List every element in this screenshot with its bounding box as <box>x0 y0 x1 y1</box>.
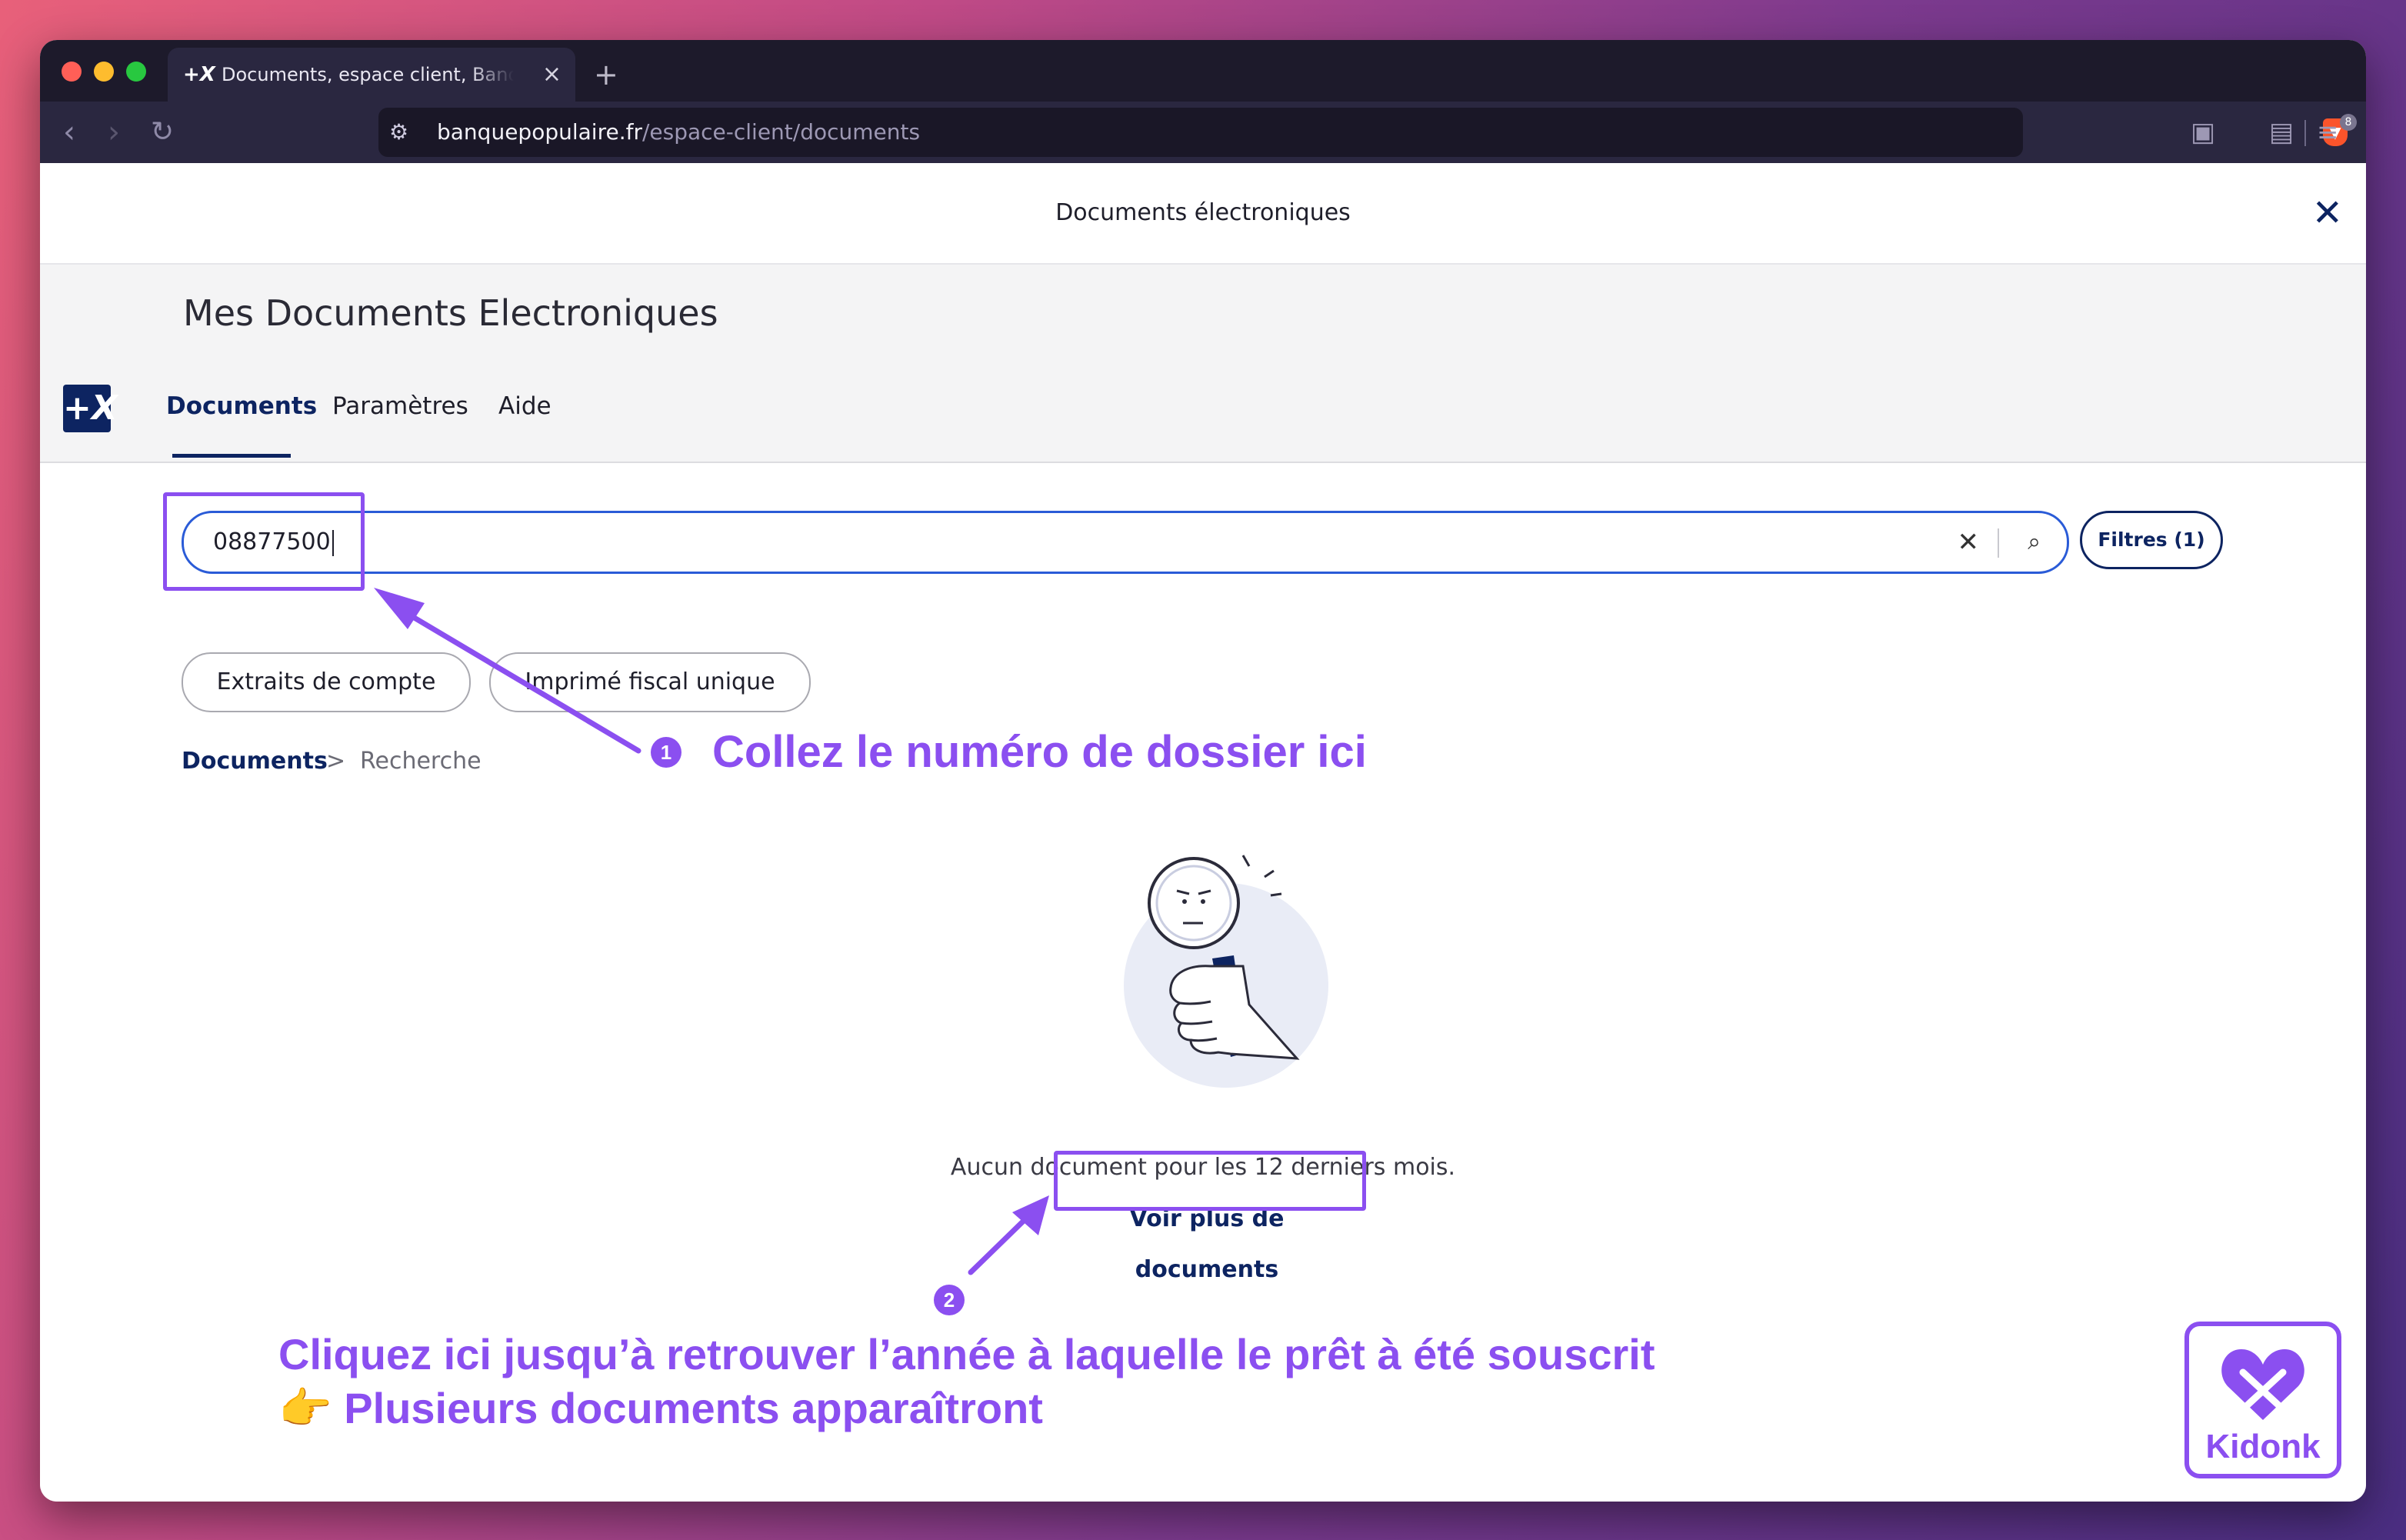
bank-logo: +X <box>63 385 118 432</box>
shield-count-badge: 8 <box>2340 114 2357 131</box>
breadcrumb-current: Recherche <box>360 748 482 775</box>
minimize-window-button[interactable] <box>94 62 114 82</box>
favicon-icon: +X <box>183 63 215 86</box>
breadcrumb-documents[interactable]: Documents <box>182 748 328 775</box>
documents-header: Mes Documents Electroniques +X Documents… <box>40 265 2366 463</box>
filters-button[interactable]: Filtres (1) <box>2080 511 2223 569</box>
kidonk-brand: Kidonk <box>2205 1428 2321 1465</box>
clear-icon[interactable]: ✕ <box>1958 513 1980 572</box>
url-divider <box>2304 120 2306 146</box>
tab-close-icon[interactable]: × <box>542 48 562 102</box>
url-path: /espace-client/documents <box>641 119 921 145</box>
wallet-icon[interactable]: ▤ <box>2269 102 2294 163</box>
page-content: Documents électroniques ✕ Mes Documents … <box>40 163 2366 1502</box>
back-icon[interactable]: ‹ <box>63 102 75 163</box>
step2-instruction-line1: Cliquez ici jusqu’à retrouver l’année à … <box>278 1330 1655 1378</box>
reload-icon[interactable]: ↻ <box>151 102 174 163</box>
empty-search-illustration <box>1124 855 1328 1088</box>
step2-instruction-line2: 👉 Plusieurs documents apparaîtront <box>278 1384 1043 1432</box>
chip-extraits-de-compte[interactable]: Extraits de compte <box>182 652 471 712</box>
pointing-hand-icon: 👉 <box>278 1384 332 1432</box>
address-bar[interactable]: ⚙ banquepopulaire.fr/espace-client/docum… <box>378 108 2357 157</box>
tab-documents[interactable]: Documents <box>166 392 317 420</box>
tab-aide[interactable]: Aide <box>498 392 552 420</box>
active-tab-indicator <box>172 454 291 458</box>
search-divider <box>1998 528 1999 558</box>
page-title: Mes Documents Electroniques <box>183 292 718 334</box>
search-input[interactable]: 08877500 ✕ ⌕ <box>182 511 2069 574</box>
new-tab-button[interactable]: + <box>594 49 618 100</box>
url-text[interactable]: banquepopulaire.fr/espace-client/documen… <box>437 108 920 157</box>
search-icon[interactable]: ⌕ <box>2028 513 2041 572</box>
highlight-more-link <box>1054 1151 1366 1211</box>
kidonk-watermark: Kidonk <box>2184 1322 2341 1478</box>
highlight-search-value <box>163 492 365 591</box>
chip-imprime-fiscal-unique[interactable]: Imprimé fiscal unique <box>489 652 811 712</box>
sidebar-icon[interactable]: ▣ <box>2191 102 2215 163</box>
close-window-button[interactable] <box>62 62 82 82</box>
navigation-bar: ‹ › ↻ ⚙ banquepopulaire.fr/espace-client… <box>40 102 2366 163</box>
step-number-1: 1 <box>651 737 681 768</box>
forward-icon[interactable]: › <box>108 102 120 163</box>
site-settings-icon[interactable]: ⚙ <box>389 108 408 157</box>
tab-bar: +X Documents, espace client, Banque Popu… <box>40 40 2366 102</box>
step-number-2: 2 <box>934 1285 965 1315</box>
step1-instruction: Collez le numéro de dossier ici <box>712 727 1367 777</box>
zoom-window-button[interactable] <box>126 62 146 82</box>
tab-parametres[interactable]: Paramètres <box>332 392 468 420</box>
close-icon[interactable]: ✕ <box>2312 163 2343 263</box>
menu-icon[interactable]: ≡ <box>2317 102 2339 163</box>
modal-header: Documents électroniques ✕ <box>40 163 2366 265</box>
browser-tab[interactable]: +X Documents, espace client, Banque Popu… <box>168 48 575 102</box>
heart-logo-icon <box>2221 1349 2304 1420</box>
tab-title: Documents, espace client, Banque Populai… <box>222 64 514 85</box>
modal-title: Documents électroniques <box>1055 199 1351 226</box>
breadcrumb-separator: > <box>326 748 346 775</box>
url-domain: banquepopulaire.fr <box>437 119 642 145</box>
